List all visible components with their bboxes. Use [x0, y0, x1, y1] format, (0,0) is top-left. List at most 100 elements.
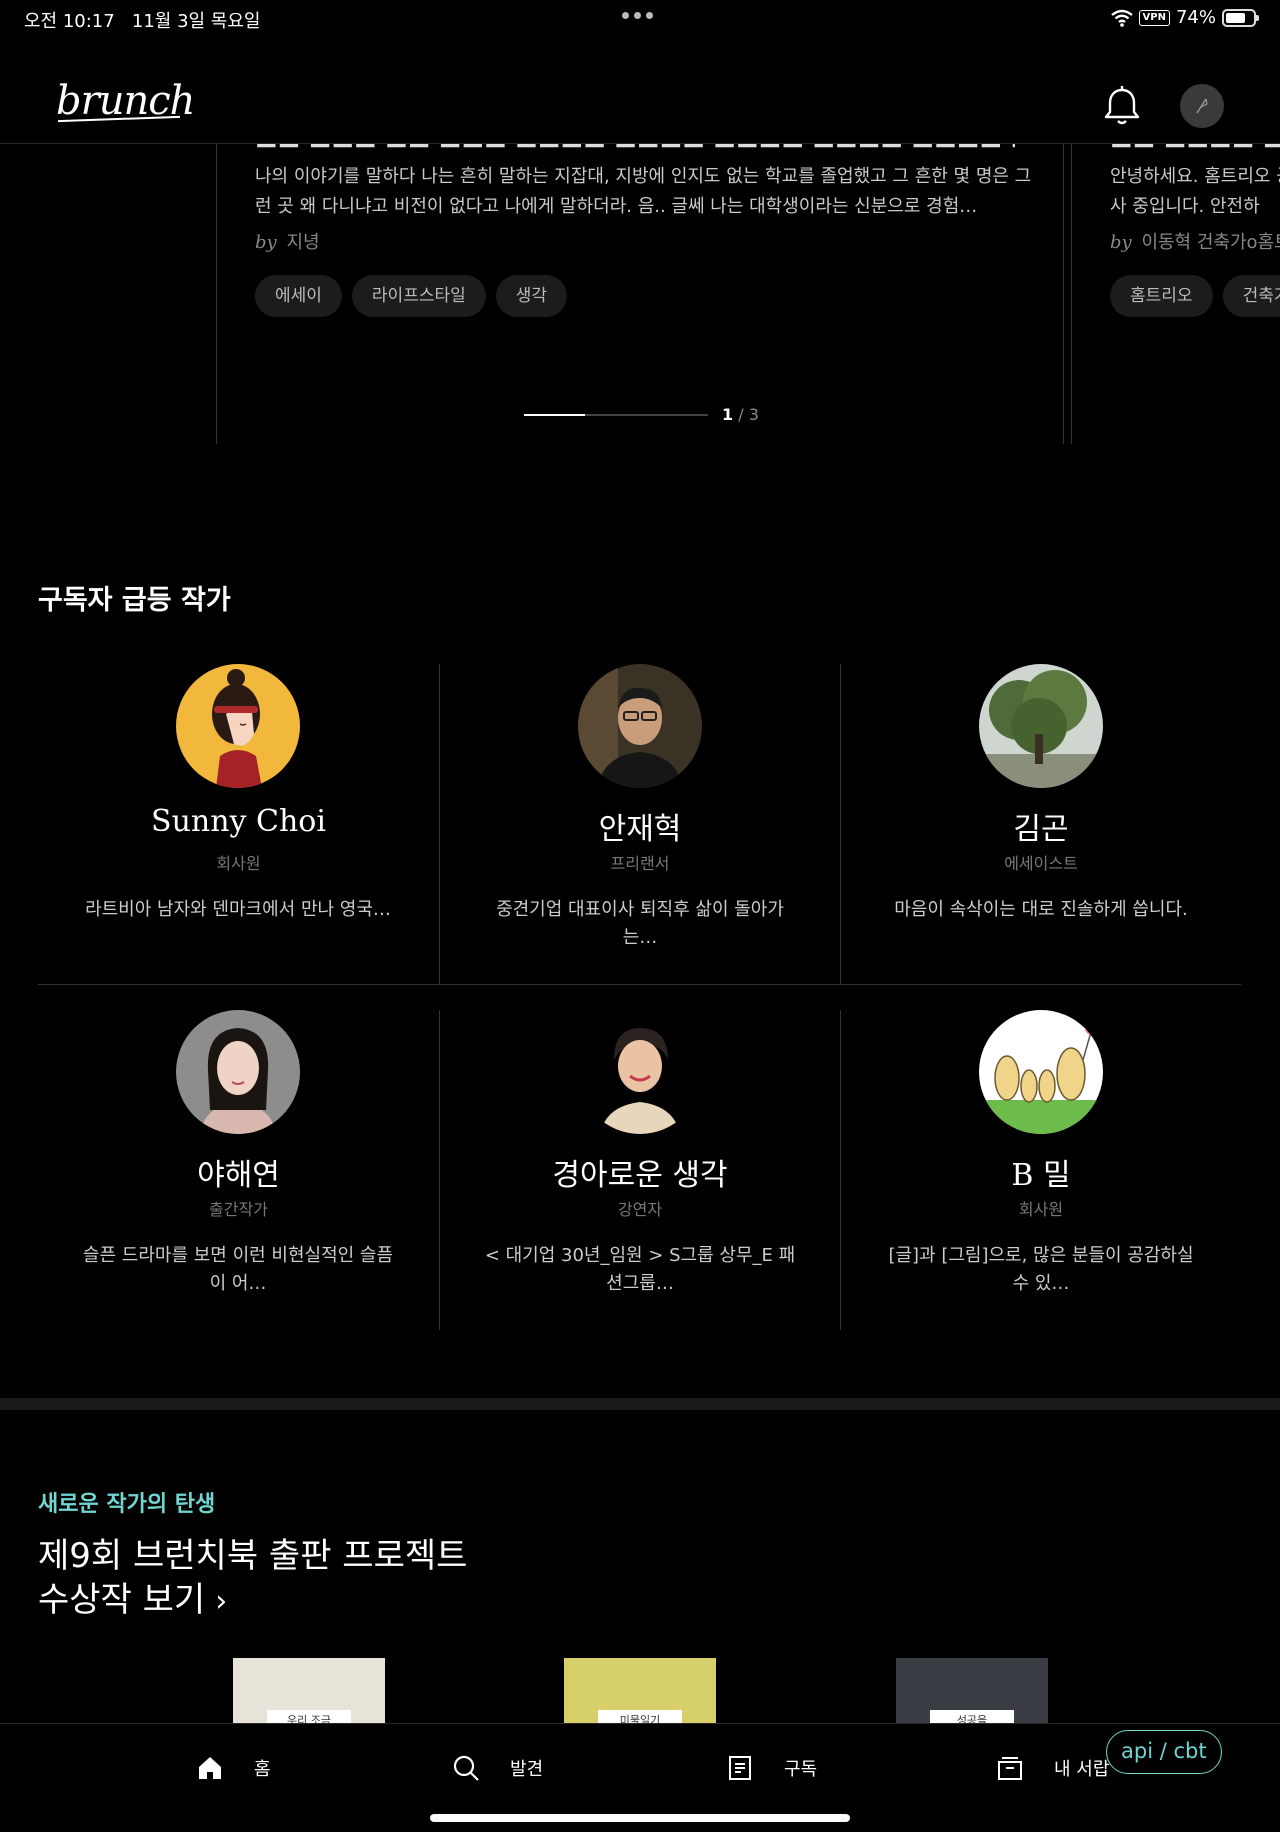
section-divider: [0, 1398, 1280, 1410]
article-card[interactable]: ▬▬ ▬▬▬ ▬▬ ▬▬▬ ▬▬▬▬ ▬▬▬▬ ▬▬▬▬ ▬▬▬▬ ▬▬▬▬ ▬…: [216, 144, 1064, 444]
card-tags: 홈트리오 건축가: [1110, 275, 1280, 317]
card-title-cut: ▬▬ ▬▬▬ ▬▬ ▬▬▬ ▬▬▬▬ ▬▬▬▬ ▬▬▬▬ ▬▬▬▬ ▬▬▬▬ ▬…: [255, 144, 1015, 152]
search-icon: [453, 1755, 479, 1781]
status-time: 오전 10:17: [24, 11, 115, 32]
card-byline: by 지녕: [255, 228, 320, 254]
vpn-badge: VPN: [1138, 9, 1170, 26]
author-desc: 마음이 속삭이는 대로 진솔하게 씁니다.: [894, 899, 1188, 920]
battery-icon: [1222, 8, 1259, 27]
card-excerpt: 나의 이야기를 말하다 나는 흔히 말하는 지잡대, 지방에 인지도 없는 학교…: [255, 166, 1032, 217]
by-label: by: [255, 232, 277, 253]
author-desc: < 대기업 30년_임원 > S그룹 상무_E 패션그룹…: [484, 1245, 796, 1294]
article-card-next[interactable]: ▬▬ ▬▬▬▬ ▬ 안녕하세요. 홈트리오 공사 중입니다. 안전하 by 이동…: [1071, 144, 1280, 444]
author-name: Sunny Choi: [151, 804, 326, 839]
profile-button[interactable]: [1180, 84, 1224, 128]
card-title-cut: ▬▬ ▬▬▬▬ ▬: [1110, 144, 1280, 152]
author-card[interactable]: 경아로운 생각 강연자 < 대기업 30년_임원 > S그룹 상무_E 패션그룹…: [439, 1010, 840, 1330]
nav-drawer[interactable]: 내 서랍: [996, 1754, 1109, 1782]
book-cover[interactable]: 우리 조금: [233, 1658, 385, 1724]
nav-label: 홈: [254, 1759, 271, 1780]
notification-button[interactable]: [1098, 82, 1146, 130]
multitasking-dots[interactable]: [622, 12, 653, 19]
book-title: 미물일기: [598, 1710, 682, 1724]
tag-chip[interactable]: 라이프스타일: [351, 275, 486, 317]
author-name: 야해연: [197, 1158, 280, 1193]
author-job: 강연자: [617, 1200, 663, 1219]
pager-text: 1 / 3: [722, 405, 759, 424]
status-datetime: 오전 10:17 11월 3일 목요일: [24, 7, 261, 33]
tag-chip[interactable]: 건축가: [1222, 275, 1280, 317]
promo-title-line2-wrap: 수상작 보기 ›: [38, 1578, 467, 1624]
api-badge[interactable]: api / cbt: [1106, 1730, 1222, 1774]
article-carousel[interactable]: ▬▬ ▬▬▬ ▬▬ ▬▬▬ ▬▬▬▬ ▬▬▬▬ ▬▬▬▬ ▬▬▬▬ ▬▬▬▬ ▬…: [0, 144, 1280, 444]
author-desc: 중견기업 대표이사 퇴직후 삶이 돌아가는…: [496, 899, 784, 948]
carousel-pager: 1 / 3: [524, 405, 764, 425]
drawer-icon: [998, 1757, 1022, 1780]
author-job: 출간작가: [209, 1200, 268, 1219]
nav-label: 구독: [784, 1759, 818, 1780]
author-card[interactable]: 김곤 에세이스트 마음이 속삭이는 대로 진솔하게 씁니다.: [840, 664, 1241, 984]
pager-separator: /: [738, 405, 744, 424]
author-card[interactable]: 안재혁 프리랜서 중견기업 대표이사 퇴직후 삶이 돌아가는…: [439, 664, 840, 984]
promo-title[interactable]: 제9회 브런치북 출판 프로젝트 수상작 보기 ›: [38, 1534, 467, 1624]
author-card[interactable]: Sunny Choi 회사원 라트비아 남자와 덴마크에서 만나 영국…: [38, 664, 439, 984]
wifi-icon: [1110, 9, 1133, 27]
nav-label: 발견: [510, 1759, 544, 1780]
bell-icon: [1104, 86, 1140, 125]
pager-current: 1: [722, 405, 734, 424]
author-name: 안재혁: [598, 812, 682, 847]
promo-title-line2: 수상작 보기: [38, 1580, 206, 1620]
award-books: 우리 조금 미물일기 성공을: [0, 1658, 1280, 1724]
tag-chip[interactable]: 생각: [495, 275, 568, 317]
bottom-nav: 홈 발견 구독 내 서랍 api / cbt: [0, 1723, 1280, 1832]
author-avatar: [176, 1010, 300, 1134]
author-card[interactable]: 야해연 출간작가 슬픈 드라마를 보면 이런 비현실적인 슬픔이 어…: [38, 1010, 439, 1330]
book-cover[interactable]: 미물일기: [564, 1658, 716, 1724]
nav-label: 내 서랍: [1054, 1759, 1110, 1780]
pager-total: 3: [748, 405, 759, 424]
nav-discover[interactable]: 발견: [452, 1754, 543, 1782]
tag-chip[interactable]: 홈트리오: [1110, 275, 1213, 317]
book-title: 우리 조금: [267, 1710, 351, 1724]
pager-progress: [524, 414, 586, 416]
card-byline: by 이동혁 건축가o홈트: [1110, 228, 1280, 254]
promo-title-line1: 제9회 브런치북 출판 프로젝트: [38, 1536, 468, 1576]
author-job: 회사원: [216, 854, 261, 873]
author-card[interactable]: B 밀 회사원 [글]과 [그림]으로, 많은 분들이 공감하실 수 있…: [840, 1010, 1241, 1330]
card-excerpt: 안녕하세요. 홈트리오 공사 중입니다. 안전하: [1110, 166, 1280, 217]
author-avatar: [578, 664, 702, 788]
grid-divider: [38, 984, 1241, 985]
author-avatar: [979, 664, 1103, 788]
author-desc: 슬픈 드라마를 보면 이런 비현실적인 슬픔이 어…: [82, 1245, 394, 1294]
author-avatar: [979, 1010, 1103, 1134]
nav-home[interactable]: 홈: [196, 1754, 271, 1782]
nav-subscribe[interactable]: 구독: [726, 1754, 817, 1782]
card-tags: 에세이 라이프스타일 생각: [255, 275, 568, 317]
book-title: 성공을: [930, 1710, 1014, 1724]
by-label: by: [1110, 232, 1132, 253]
author-name: B 밀: [1011, 1158, 1071, 1193]
chevron-right-icon: ›: [215, 1584, 228, 1619]
author-name: 김곤: [1013, 812, 1069, 847]
home-indicator[interactable]: [430, 1814, 850, 1822]
tag-chip[interactable]: 에세이: [255, 275, 342, 317]
card-author[interactable]: 이동혁 건축가o홈트: [1141, 232, 1280, 253]
home-icon: [199, 1757, 221, 1779]
author-job: 프리랜서: [610, 854, 670, 873]
pager-track: [524, 414, 708, 416]
author-job: 회사원: [1018, 1200, 1064, 1219]
author-name: 경아로운 생각: [552, 1158, 728, 1193]
status-indicators: VPN 74%: [1110, 7, 1259, 28]
book-cover[interactable]: 성공을: [896, 1658, 1048, 1724]
author-desc: 라트비아 남자와 덴마크에서 만나 영국…: [85, 899, 391, 920]
battery-percent: 74%: [1175, 7, 1216, 28]
app-header: brunch: [0, 40, 1280, 144]
pen-icon: [1196, 98, 1208, 114]
author-avatar: [176, 664, 300, 788]
promo-kicker: 새로운 작가의 탄생: [38, 1492, 216, 1517]
rising-authors-title: 구독자 급등 작가: [38, 585, 231, 616]
status-date: 11월 3일 목요일: [131, 11, 261, 32]
status-bar: 오전 10:17 11월 3일 목요일 VPN 74%: [0, 0, 1280, 40]
author-avatar: [578, 1010, 702, 1134]
card-author[interactable]: 지녕: [286, 232, 319, 253]
